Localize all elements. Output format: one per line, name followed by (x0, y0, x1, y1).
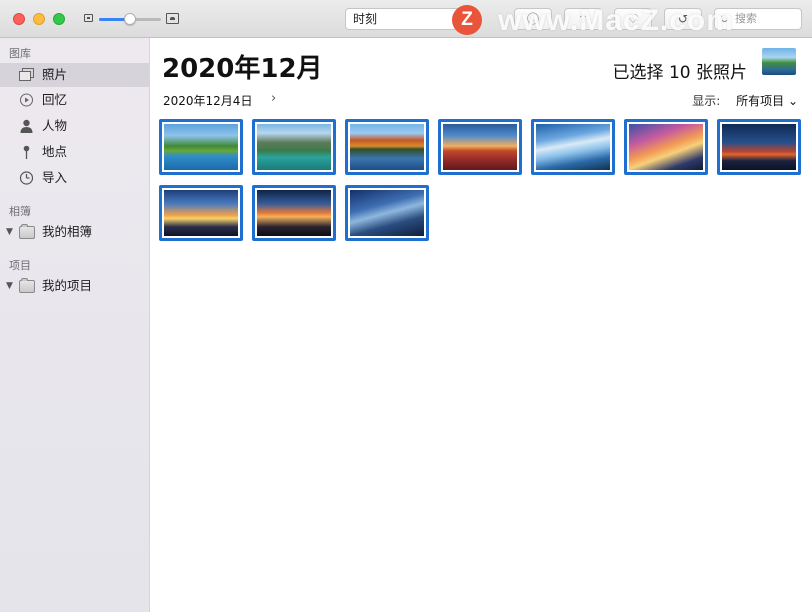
sidebar-item-label: 导入 (42, 170, 68, 185)
sidebar-item-my-projects[interactable]: ▼ 我的项目 (0, 274, 149, 298)
sidebar-item-label: 我的相簿 (42, 224, 93, 239)
search-icon (721, 15, 728, 22)
close-window-button[interactable] (13, 13, 25, 25)
share-icon: ⇧ (577, 12, 589, 26)
photo-thumbnail[interactable] (438, 119, 522, 175)
filter-label: 显示: (692, 94, 721, 108)
photo-image (722, 124, 796, 170)
disclosure-triangle-icon[interactable]: ▼ (6, 220, 13, 244)
small-thumbnail-icon (84, 14, 93, 22)
zoom-slider-thumb[interactable] (124, 13, 136, 25)
info-icon: ⓘ (526, 12, 539, 26)
sidebar-item-label: 人物 (42, 118, 68, 133)
selection-preview-thumbnail[interactable] (762, 48, 796, 75)
photo-thumbnail[interactable] (252, 185, 336, 241)
photo-image (257, 190, 331, 236)
search-input[interactable]: 搜索 (714, 8, 802, 30)
photo-thumbnail[interactable] (345, 185, 429, 241)
updown-arrows-icon: ▲ ▼ (452, 9, 459, 29)
sidebar-item-label: 照片 (42, 67, 68, 82)
places-icon (23, 145, 30, 159)
large-thumbnail-icon (166, 13, 179, 24)
view-select[interactable]: 时刻 ▲ ▼ (345, 8, 465, 30)
zoom-slider[interactable] (99, 13, 161, 25)
sidebar-header-library: 图库 (9, 47, 31, 60)
chevron-right-icon[interactable]: › (271, 91, 276, 106)
photo-image (350, 190, 424, 236)
sidebar-item-label: 地点 (42, 144, 68, 159)
filter-value: 所有项目 (736, 94, 785, 108)
sidebar-item-memories[interactable]: 回忆 (0, 88, 149, 112)
photo-thumbnail[interactable] (531, 119, 615, 175)
imports-icon (19, 171, 34, 185)
favorite-button[interactable]: ♡ (614, 8, 652, 30)
photo-image (164, 190, 238, 236)
photo-library-view: 2020年12月 已选择 10 张照片 2020年12月4日 › 显示: 所有项… (150, 38, 812, 612)
photo-thumbnail[interactable] (159, 119, 243, 175)
sidebar-item-people[interactable]: 人物 (0, 114, 149, 138)
photo-thumbnail[interactable] (345, 119, 429, 175)
sidebar-item-places[interactable]: 地点 (0, 140, 149, 164)
sidebar-item-label: 回忆 (42, 92, 68, 107)
rotate-button[interactable]: ↺ (664, 8, 702, 30)
photo-thumbnail[interactable] (624, 119, 708, 175)
sidebar-item-my-albums[interactable]: ▼ 我的相簿 (0, 220, 149, 244)
share-button[interactable]: ⇧ (564, 8, 602, 30)
disclosure-triangle-icon[interactable]: ▼ (6, 274, 13, 298)
memories-icon (20, 93, 33, 107)
sidebar-item-label: 我的项目 (42, 278, 93, 293)
moment-date-label[interactable]: 2020年12月4日 (163, 92, 252, 109)
info-button[interactable]: ⓘ (514, 8, 552, 30)
heart-icon: ♡ (627, 12, 639, 26)
photo-image (257, 124, 331, 170)
photo-image (536, 124, 610, 170)
folder-icon (19, 278, 35, 293)
sidebar-header-projects: 项目 (9, 259, 31, 272)
view-select-value: 时刻 (353, 12, 378, 26)
toolbar: 时刻 ▲ ▼ ⓘ ⇧ ♡ ↺ 搜索 Z www.MacZ.com (0, 0, 812, 38)
zoom-window-button[interactable] (53, 13, 65, 25)
sidebar-header-albums: 相簿 (9, 205, 31, 218)
people-icon (20, 119, 33, 133)
sidebar-item-imports[interactable]: 导入 (0, 166, 149, 190)
photo-thumbnail[interactable] (159, 185, 243, 241)
rotate-icon: ↺ (677, 12, 689, 26)
chevron-down-icon: ⌄ (787, 94, 798, 108)
folder-icon (19, 224, 35, 239)
sidebar: 图库 照片 回忆 人物 地点 导入 相簿 ▼ 我的相簿 项目 ▼ 我的项目 (0, 38, 150, 612)
photo-image (629, 124, 703, 170)
photo-image (350, 124, 424, 170)
filter-menu[interactable]: 显示: 所有项目 ⌄ (692, 92, 798, 109)
selection-count: 已选择 10 张照片 (612, 63, 747, 83)
sidebar-item-photos[interactable]: 照片 (0, 63, 149, 87)
photos-icon (19, 68, 34, 81)
search-placeholder: 搜索 (735, 12, 757, 25)
page-title: 2020年12月 (162, 54, 323, 84)
photo-thumbnail[interactable] (252, 119, 336, 175)
photo-image (164, 124, 238, 170)
photo-image (443, 124, 517, 170)
minimize-window-button[interactable] (33, 13, 45, 25)
photo-thumbnail[interactable] (717, 119, 801, 175)
